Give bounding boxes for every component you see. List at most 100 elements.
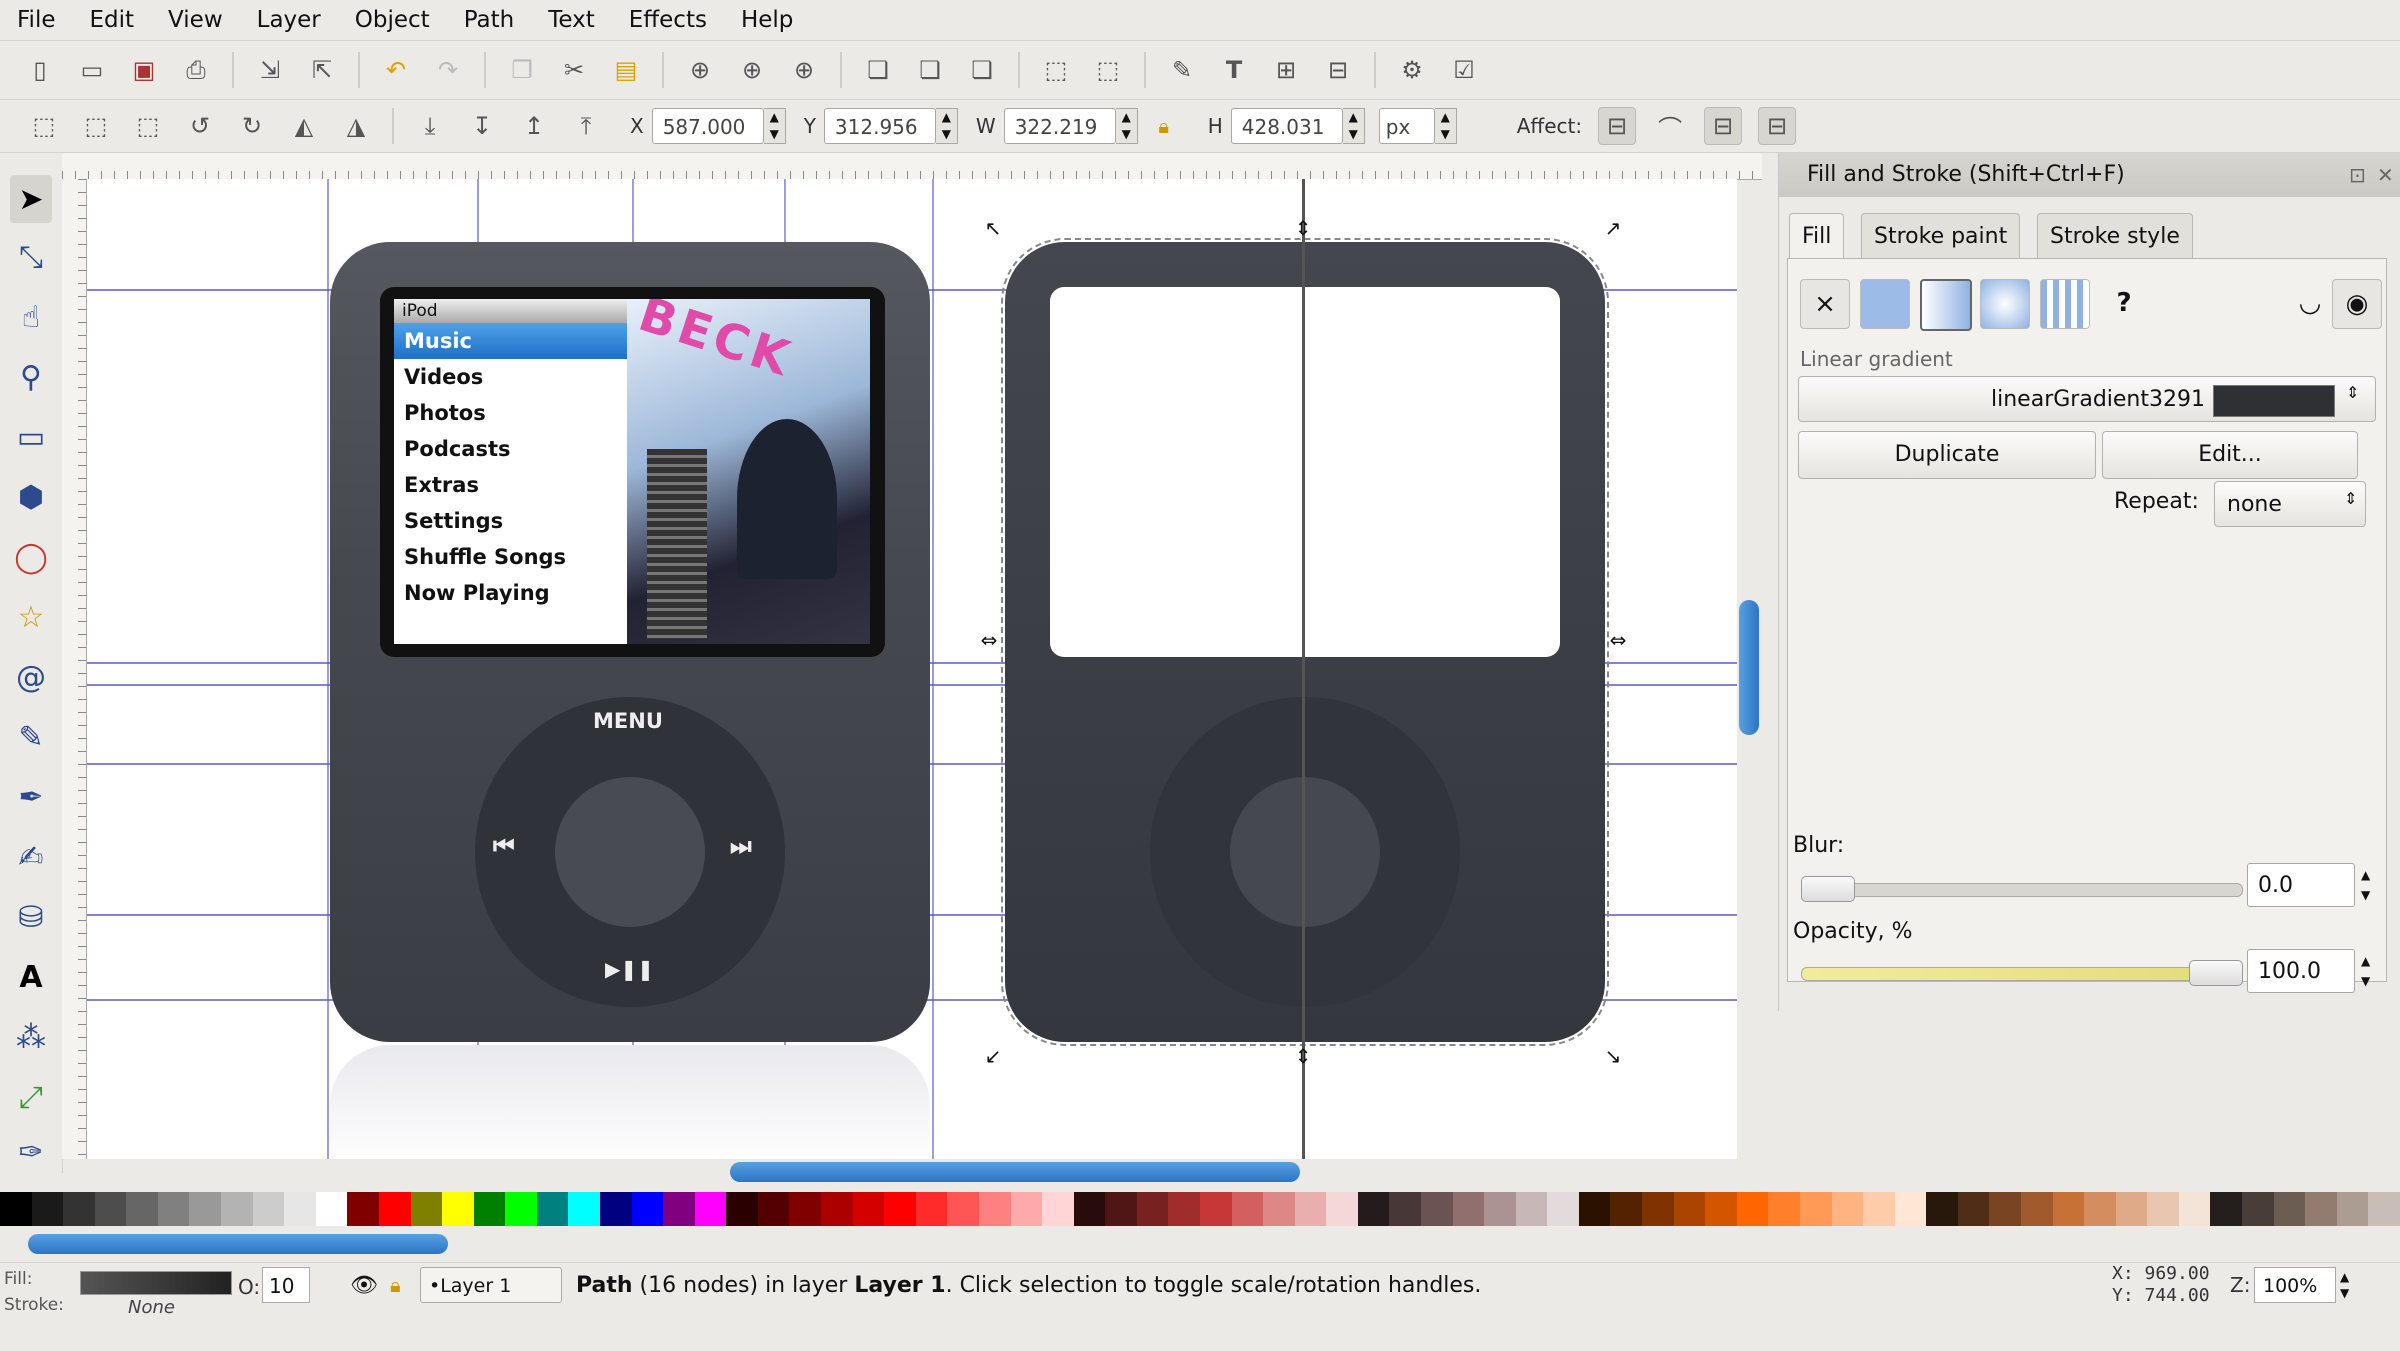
rotate-cw-icon[interactable]: ↻ [234,108,270,144]
lock-ratio-icon[interactable]: 🔒︎ [1146,108,1182,144]
palette-swatch[interactable] [410,1192,443,1226]
menu-file[interactable]: File [0,7,73,33]
duplicate-icon[interactable]: ❏ [860,52,896,88]
palette-swatch[interactable] [1547,1192,1579,1226]
calligraphy-tool-icon[interactable]: ✍ [10,833,52,881]
palette-swatch[interactable] [726,1192,758,1226]
palette-swatch[interactable] [599,1192,632,1226]
palette-swatch[interactable] [1831,1192,1864,1226]
unit-select[interactable]: px [1378,108,1435,144]
zoom-page-icon[interactable]: ⊕ [786,52,822,88]
palette-swatch[interactable] [821,1192,853,1226]
palette-swatch[interactable] [1484,1192,1516,1226]
drawing-canvas[interactable]: iPod Music Videos Photos Podcasts Extras… [87,179,1737,1159]
blur-stepper[interactable]: ▲ ▼ [2361,865,2370,905]
palette-swatch[interactable] [31,1192,64,1226]
height-stepper[interactable]: ▲ ▼ [1342,108,1365,144]
raise-top-icon[interactable]: ⤒ [568,108,604,144]
paint-bucket-tool-icon[interactable]: ⛁ [10,893,52,941]
palette-swatch[interactable] [1010,1192,1043,1226]
scale-handle[interactable]: ↙ [984,1046,1002,1066]
stroke-indicator[interactable]: None [128,1297,175,1318]
node-tool-icon[interactable]: ⤡ [10,233,52,281]
menu-edit[interactable]: Edit [73,7,152,33]
select-all-layers-icon[interactable]: ⬚ [78,108,114,144]
zoom-selection-icon[interactable]: ⊕ [682,52,718,88]
affect-pattern-icon[interactable]: ⊟ [1758,107,1797,145]
menu-path[interactable]: Path [447,7,532,33]
radial-gradient-icon[interactable] [1980,279,2030,329]
palette-swatch[interactable] [2336,1192,2369,1226]
palette-swatch[interactable] [315,1192,348,1226]
blur-field[interactable]: 0.0 [2247,863,2355,907]
palette-swatch[interactable] [2178,1192,2211,1226]
palette-scrollbar[interactable] [28,1232,2358,1256]
gradient-select-arrow-icon[interactable]: ⇕ [2346,383,2359,402]
undo-icon[interactable]: ↶ [378,52,414,88]
zoom-drawing-icon[interactable]: ⊕ [734,52,770,88]
opacity-status-field[interactable]: 10 [262,1267,310,1303]
fill-rule-nonzero-icon[interactable]: ◉ [2332,279,2382,329]
palette-swatch[interactable] [0,1192,32,1226]
palette-swatch[interactable] [884,1192,916,1226]
tab-stroke-style[interactable]: Stroke style [2037,213,2193,260]
palette-swatch[interactable] [1578,1192,1611,1226]
palette-swatch[interactable] [1231,1192,1264,1226]
palette-swatch[interactable] [1957,1192,1990,1226]
palette-swatch[interactable] [2242,1192,2274,1226]
deselect-icon[interactable]: ⬚ [130,108,166,144]
palette-swatch[interactable] [663,1192,695,1226]
opacity-slider[interactable] [1801,967,2243,981]
layer-select[interactable]: •Layer 1 [420,1267,562,1303]
new-document-icon[interactable]: ▯ [22,52,58,88]
lower-bottom-icon[interactable]: ⤓ [412,108,448,144]
palette-swatch[interactable] [1136,1192,1169,1226]
menu-effects[interactable]: Effects [612,7,724,33]
dock-icon[interactable]: ⊡ [2349,163,2366,187]
palette-swatch[interactable] [1357,1192,1390,1226]
palette-swatch[interactable] [473,1192,506,1226]
palette-swatch[interactable] [189,1192,222,1226]
guide-line[interactable] [327,179,329,1159]
tweak-tool-icon[interactable]: ☝ [10,293,52,341]
import-icon[interactable]: ⇲ [252,52,288,88]
menu-view[interactable]: View [151,7,240,33]
rectangle-tool-icon[interactable]: ▭ [10,413,52,461]
palette-swatch[interactable] [126,1192,158,1226]
palette-swatch[interactable] [1389,1192,1422,1226]
guide-line[interactable] [932,179,934,1159]
ipod-outline-drawing[interactable] [1001,238,1609,1046]
palette-swatch[interactable] [1515,1192,1548,1226]
close-icon[interactable]: ✕ [2377,163,2394,187]
palette-swatch[interactable] [1799,1192,1832,1226]
xml-editor-icon[interactable]: ⊞ [1268,52,1304,88]
palette-swatch[interactable] [978,1192,1011,1226]
menu-layer[interactable]: Layer [240,7,338,33]
palette-swatch[interactable] [1263,1192,1295,1226]
lock-icon[interactable]: 🔒︎ [390,1273,401,1297]
affect-gradient-icon[interactable]: ⊟ [1704,107,1743,145]
width-stepper[interactable]: ▲ ▼ [1115,108,1138,144]
star-tool-icon[interactable]: ☆ [10,593,52,641]
vertical-scrollbar[interactable] [1737,190,1761,1150]
repeat-select-arrow-icon[interactable]: ⇕ [2344,489,2357,508]
palette-swatch[interactable] [1863,1192,1895,1226]
vertical-guide-line[interactable] [1302,179,1305,1159]
opacity-slider-knob[interactable] [2189,960,2243,986]
palette-swatch[interactable] [378,1192,411,1226]
rotate-ccw-icon[interactable]: ↺ [182,108,218,144]
palette-swatch[interactable] [568,1192,600,1226]
palette-swatch[interactable] [1452,1192,1485,1226]
cut-icon[interactable]: ✂ [556,52,592,88]
unit-stepper[interactable]: ▲ ▼ [1434,108,1457,144]
fill-rule-evenodd-icon[interactable]: ◡ [2286,279,2334,327]
palette-swatch[interactable] [915,1192,948,1226]
palette-swatch[interactable] [1989,1192,2021,1226]
flip-vertical-icon[interactable]: ◮ [338,108,374,144]
scale-handle[interactable]: ↖ [984,218,1002,238]
palette-swatch[interactable] [694,1192,727,1226]
horizontal-ruler[interactable] [62,153,1762,180]
opacity-field[interactable]: 100.0 [2247,949,2355,993]
pen-tool-icon[interactable]: ✒ [10,773,52,821]
palette-swatch[interactable] [1642,1192,1674,1226]
